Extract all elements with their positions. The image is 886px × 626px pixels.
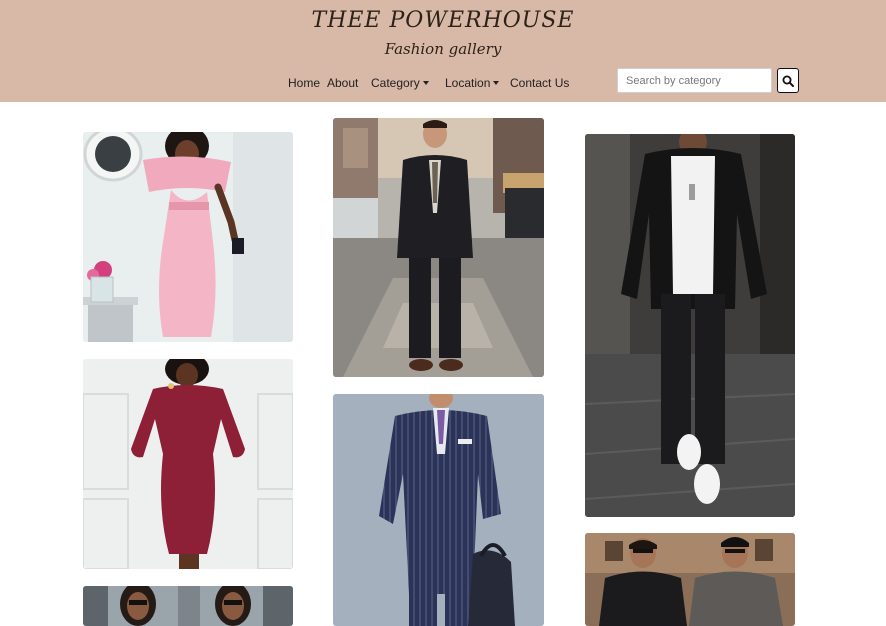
gallery-image-pinstripe-suit-man[interactable] — [333, 394, 544, 626]
nav-home[interactable]: Home — [288, 76, 320, 90]
gallery-image-pink-dress[interactable] — [83, 132, 293, 342]
nav-category-label: Category — [371, 76, 420, 90]
nav-contact-label: Contact Us — [510, 76, 570, 90]
nav-contact[interactable]: Contact Us — [510, 76, 569, 90]
nav-location-label: Location — [445, 76, 491, 90]
gallery-image-two-women-sunglasses[interactable] — [83, 586, 293, 626]
site-header: THEE POWERHOUSE Fashion gallery Home Abo… — [0, 0, 886, 102]
gallery-image-leather-jacket-man[interactable] — [585, 134, 795, 517]
gallery-image-burgundy-dress[interactable] — [83, 359, 293, 569]
brand-subtitle: Fashion gallery — [384, 40, 502, 58]
gallery-image-two-men-winter-coats[interactable] — [585, 533, 795, 626]
search-input[interactable] — [617, 68, 772, 93]
search-icon — [782, 75, 794, 87]
caret-down-icon — [493, 80, 500, 85]
nav-home-label: Home — [288, 76, 321, 90]
gallery-image-black-suit-man[interactable] — [333, 118, 544, 377]
nav-about-label: About — [327, 76, 359, 90]
brand-title[interactable]: THEE POWERHOUSE — [0, 8, 886, 33]
nav-about[interactable]: About — [327, 76, 358, 90]
search-button[interactable] — [777, 68, 799, 93]
nav-category-dropdown[interactable]: Category — [371, 76, 429, 90]
caret-down-icon — [422, 80, 429, 85]
nav-location-dropdown[interactable]: Location — [445, 76, 500, 90]
